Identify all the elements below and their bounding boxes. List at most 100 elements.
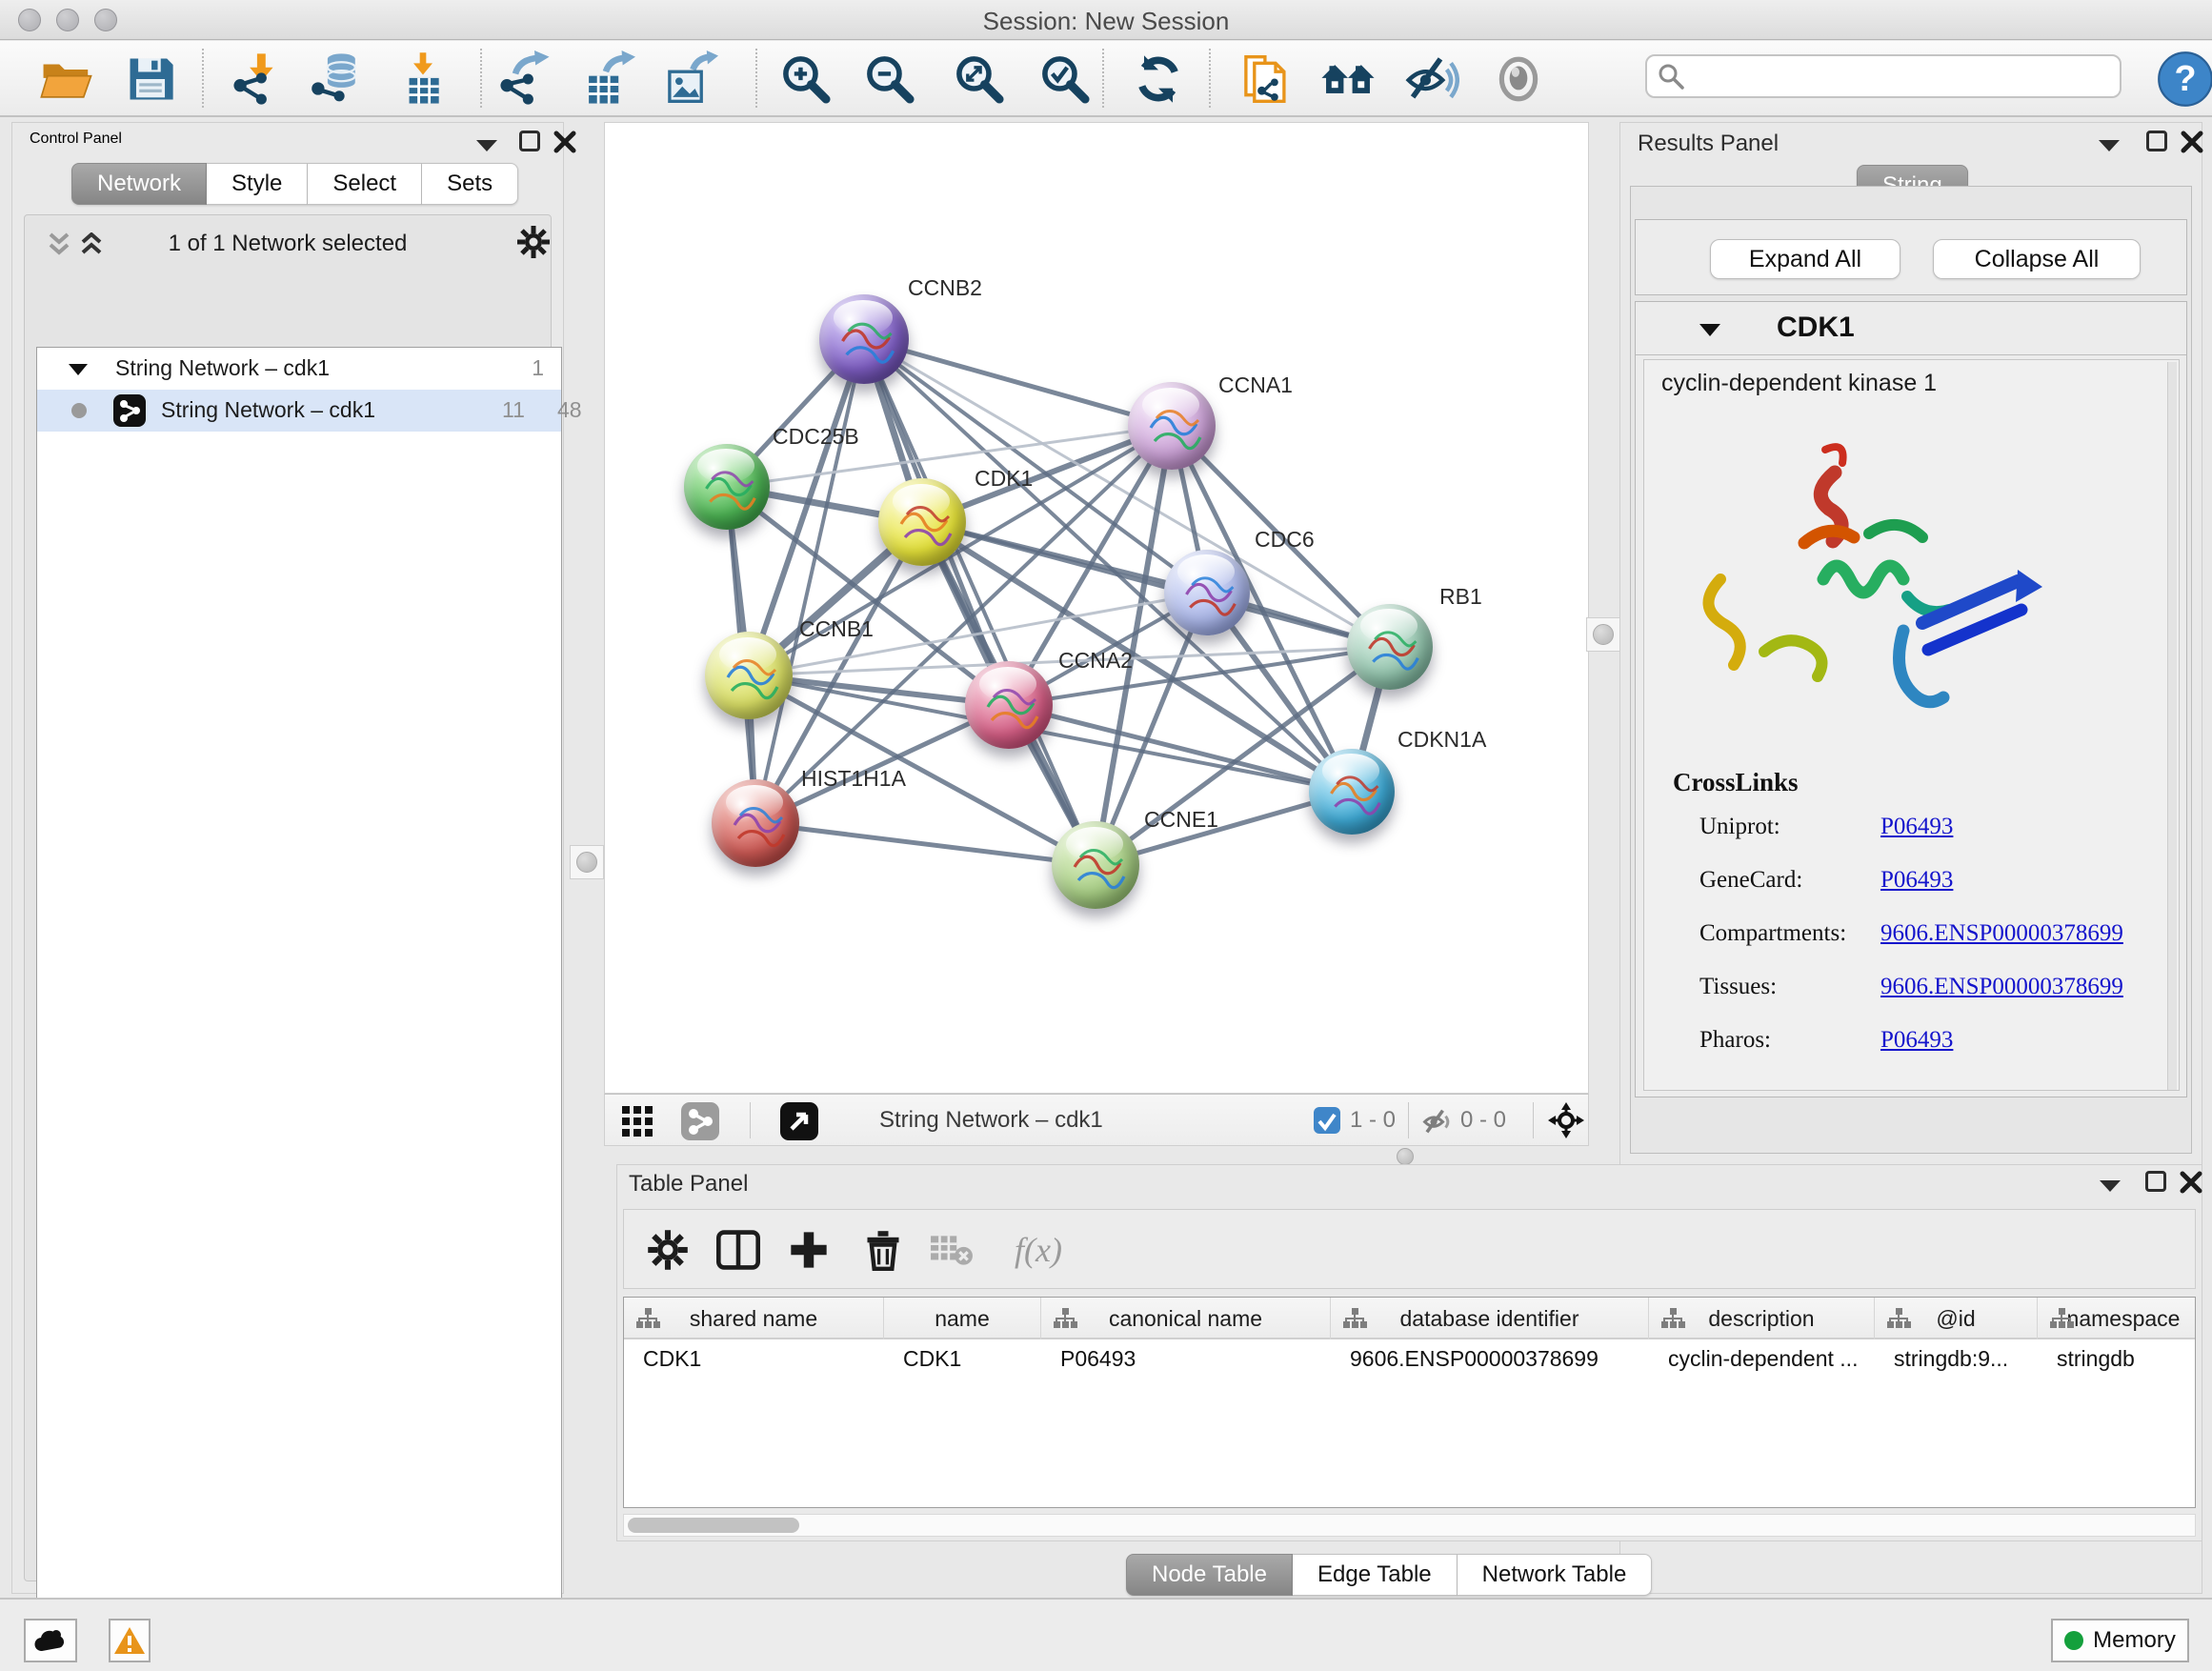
panel-menu-icon[interactable] (474, 138, 499, 153)
crosslink-label: GeneCard: (1699, 867, 1880, 894)
network-options-gear-icon[interactable] (516, 225, 551, 259)
search-field[interactable] (1645, 54, 2122, 98)
crosslink-value-link[interactable]: 9606.ENSP00000378699 (1880, 920, 2123, 946)
network-row-selected[interactable]: String Network – cdk1 11 48 (37, 390, 561, 432)
show-columns-button[interactable] (708, 1219, 769, 1280)
import-table-file-button[interactable] (389, 47, 457, 111)
table-cell[interactable]: stringdb (2038, 1339, 2196, 1379)
string-view-icon[interactable] (681, 1102, 719, 1140)
zoom-selected-button[interactable] (1031, 47, 1099, 111)
entry-expander-icon[interactable] (1699, 323, 1721, 337)
delete-table-button[interactable] (921, 1219, 982, 1280)
refresh-view-button[interactable] (1124, 47, 1193, 111)
zoom-in-button[interactable] (772, 47, 840, 111)
table-horizontal-scrollbar[interactable] (623, 1514, 2196, 1537)
network-node-RB1[interactable] (1347, 604, 1433, 690)
right-splitter-handle[interactable] (1586, 617, 1620, 652)
network-collection-row[interactable]: String Network – cdk1 1 (37, 348, 561, 390)
table-cell[interactable]: stringdb:9... (1875, 1339, 2038, 1379)
export-table-button[interactable] (573, 47, 641, 111)
table-cell[interactable]: cyclin-dependent ... (1649, 1339, 1875, 1379)
network-node-CDC6[interactable] (1164, 550, 1250, 635)
tab-select[interactable]: Select (308, 163, 422, 205)
selected-nodes-checkbox-icon[interactable] (1314, 1107, 1340, 1134)
import-network-file-button[interactable] (224, 47, 292, 111)
export-image-button[interactable] (655, 47, 724, 111)
tab-style[interactable]: Style (207, 163, 308, 205)
column-header-name[interactable]: name (884, 1298, 1041, 1339)
memory-button[interactable]: Memory (2051, 1619, 2189, 1662)
close-panel-icon[interactable] (2180, 1171, 2202, 1194)
help-button[interactable]: ? (2151, 47, 2212, 111)
tab-network[interactable]: Network (71, 163, 207, 205)
zoom-fit-button[interactable] (945, 47, 1014, 111)
close-panel-icon[interactable] (553, 131, 576, 153)
tree-expander-icon[interactable] (68, 363, 89, 376)
import-table-icon (394, 50, 452, 108)
clone-network-button[interactable] (1232, 47, 1300, 111)
column-header-canonical-name[interactable]: canonical name (1041, 1298, 1331, 1339)
network-node-CCNA1[interactable] (1128, 382, 1216, 470)
save-session-button[interactable] (116, 47, 185, 111)
column-header-shared-name[interactable]: shared name (624, 1298, 884, 1339)
left-splitter-handle[interactable] (570, 845, 604, 879)
create-column-button[interactable] (778, 1219, 839, 1280)
network-view-canvas[interactable]: CCNB2CCNA1CDC25BCDK1CDC6RB1CCNB1CCNA2CDK… (604, 122, 1589, 1094)
function-builder-button[interactable]: f(x) (997, 1219, 1079, 1280)
panel-menu-icon[interactable] (2097, 138, 2122, 153)
table-row[interactable]: CDK1CDK1P064939606.ENSP00000378699cyclin… (624, 1339, 2195, 1379)
warning-status-button[interactable] (109, 1619, 151, 1662)
column-header--id[interactable]: @id (1875, 1298, 2038, 1339)
table-cell[interactable]: CDK1 (884, 1339, 1041, 1379)
column-header-description[interactable]: description (1649, 1298, 1875, 1339)
zoom-out-button[interactable] (855, 47, 924, 111)
pan-crosshair-icon[interactable] (1548, 1102, 1584, 1138)
expand-all-button[interactable]: Expand All (1710, 239, 1900, 279)
float-panel-icon[interactable] (519, 131, 540, 151)
network-node-CDK1[interactable] (878, 478, 966, 566)
crosslink-value-link[interactable]: P06493 (1880, 867, 1953, 893)
network-node-CCNE1[interactable] (1052, 821, 1139, 909)
float-panel-icon[interactable] (2146, 131, 2167, 151)
table-settings-button[interactable] (637, 1219, 698, 1280)
tab-network-table[interactable]: Network Table (1458, 1554, 1653, 1596)
cdk1-entry-header[interactable]: CDK1 (1636, 302, 2186, 355)
column-header-database-identifier[interactable]: database identifier (1331, 1298, 1649, 1339)
import-network-database-button[interactable] (304, 47, 372, 111)
delete-column-button[interactable] (853, 1219, 914, 1280)
table-panel-title: Table Panel (629, 1171, 748, 1198)
collapse-all-button[interactable]: Collapse All (1933, 239, 2141, 279)
crosslink-value-link[interactable]: 9606.ENSP00000378699 (1880, 974, 2123, 999)
tab-edge-table[interactable]: Edge Table (1293, 1554, 1458, 1596)
open-session-button[interactable] (32, 47, 101, 111)
network-node-CCNB2[interactable] (819, 294, 909, 384)
results-scrollbar[interactable] (2167, 362, 2177, 1090)
panel-menu-icon[interactable] (2098, 1178, 2122, 1194)
network-node-HIST1H1A[interactable] (712, 779, 799, 867)
hide-unhide-button[interactable] (1397, 47, 1465, 111)
refresh-icon (1131, 51, 1186, 107)
tab-node-table[interactable]: Node Table (1126, 1554, 1293, 1596)
table-cell[interactable]: 9606.ENSP00000378699 (1331, 1339, 1649, 1379)
bottom-splitter-handle[interactable] (1397, 1148, 1414, 1165)
crosslink-value-link[interactable]: P06493 (1880, 1027, 1953, 1053)
grid-view-icon[interactable] (622, 1106, 654, 1137)
network-node-CDKN1A[interactable] (1309, 749, 1395, 835)
crosslink-value-link[interactable]: P06493 (1880, 814, 1953, 839)
search-input[interactable] (1685, 63, 2095, 90)
column-header-namespace[interactable]: namespace (2038, 1298, 2196, 1339)
network-node-CCNA2[interactable] (965, 661, 1053, 749)
show-hide-panels-button[interactable] (1314, 47, 1382, 111)
tab-sets[interactable]: Sets (422, 163, 518, 205)
close-panel-icon[interactable] (2181, 131, 2203, 153)
float-panel-icon[interactable] (2145, 1171, 2166, 1192)
scrollbar-thumb[interactable] (628, 1518, 799, 1533)
cloud-status-button[interactable] (24, 1619, 77, 1662)
bird-view-button[interactable] (1484, 47, 1553, 111)
network-node-CDC25B[interactable] (684, 444, 770, 530)
table-cell[interactable]: P06493 (1041, 1339, 1331, 1379)
network-node-CCNB1[interactable] (705, 632, 793, 719)
export-network-button[interactable] (491, 47, 559, 111)
open-in-window-icon[interactable] (780, 1102, 818, 1140)
table-cell[interactable]: CDK1 (624, 1339, 884, 1379)
